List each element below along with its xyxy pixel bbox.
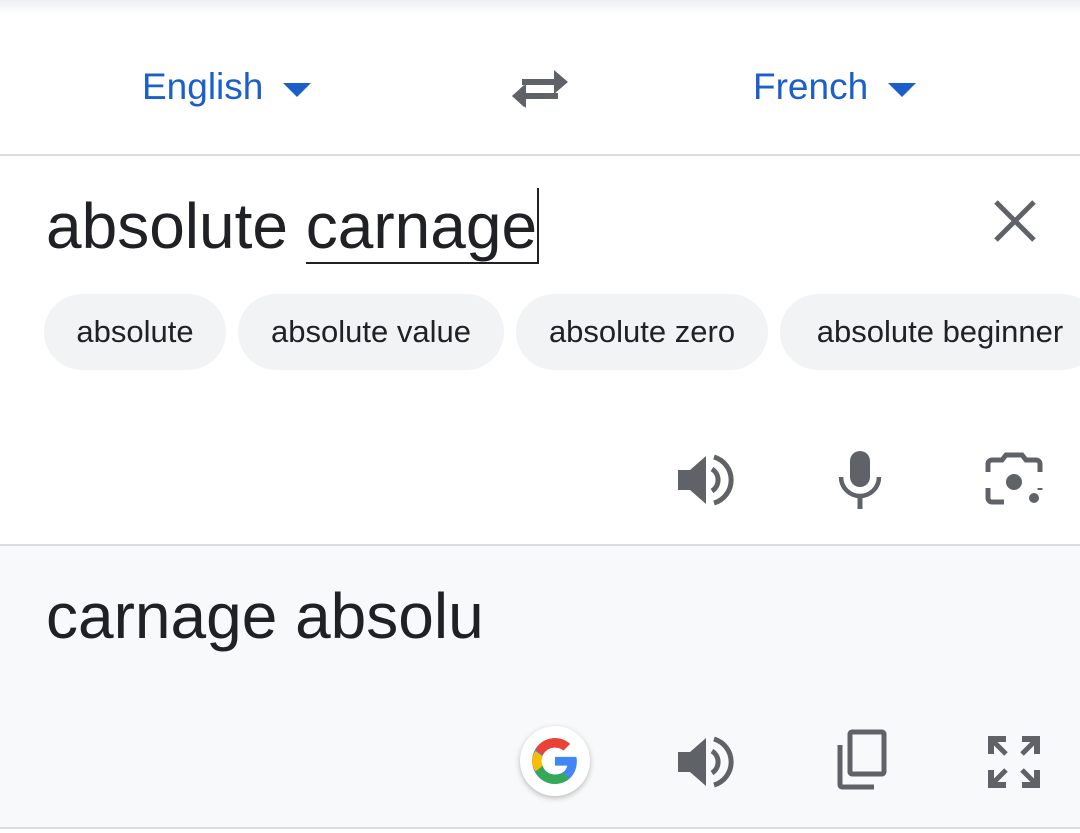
source-language-button[interactable]: English <box>142 64 312 110</box>
microphone-button[interactable] <box>830 446 890 514</box>
google-g-icon <box>532 738 577 784</box>
suggestion-chip[interactable]: absolute zero <box>516 294 768 370</box>
speaker-icon <box>678 454 734 506</box>
translation-text: carnage absolu <box>46 580 484 652</box>
microphone-icon <box>838 451 882 509</box>
source-text-input[interactable]: absolute carnage <box>46 186 540 266</box>
copy-icon <box>837 729 887 790</box>
fullscreen-icon <box>988 736 1040 788</box>
camera-lens-icon <box>985 452 1043 505</box>
suggestion-chip[interactable]: absolute value <box>238 294 504 370</box>
close-icon <box>994 200 1036 242</box>
target-language-label: French <box>753 66 869 107</box>
speaker-icon <box>678 736 734 788</box>
listen-source-button[interactable] <box>670 448 742 512</box>
text-cursor <box>537 188 540 264</box>
copy-translation-button[interactable] <box>828 726 892 794</box>
translation-output-area: carnage absolu <box>0 546 1080 829</box>
chevron-down-icon <box>283 83 312 97</box>
suggestion-chip[interactable]: absolute beginner <box>780 294 1080 370</box>
source-input-area[interactable]: absolute carnage absolute absolute value… <box>0 156 1080 546</box>
source-text-committed: absolute <box>46 190 306 262</box>
target-language-button[interactable]: French <box>753 64 917 110</box>
chevron-down-icon <box>888 83 917 97</box>
source-language-label: English <box>142 66 264 107</box>
top-shadow <box>0 0 1080 14</box>
google-search-button[interactable] <box>520 726 590 796</box>
swap-languages-button[interactable] <box>508 66 572 112</box>
suggestion-chip[interactable]: absolute <box>44 294 226 370</box>
listen-translation-button[interactable] <box>670 730 742 794</box>
camera-translate-button[interactable] <box>980 448 1048 512</box>
fullscreen-button[interactable] <box>982 730 1046 794</box>
clear-input-button[interactable] <box>990 196 1040 246</box>
language-bar: English French <box>0 14 1080 156</box>
swap-arrows-icon <box>512 70 568 108</box>
source-text-composing: carnage <box>305 190 538 264</box>
